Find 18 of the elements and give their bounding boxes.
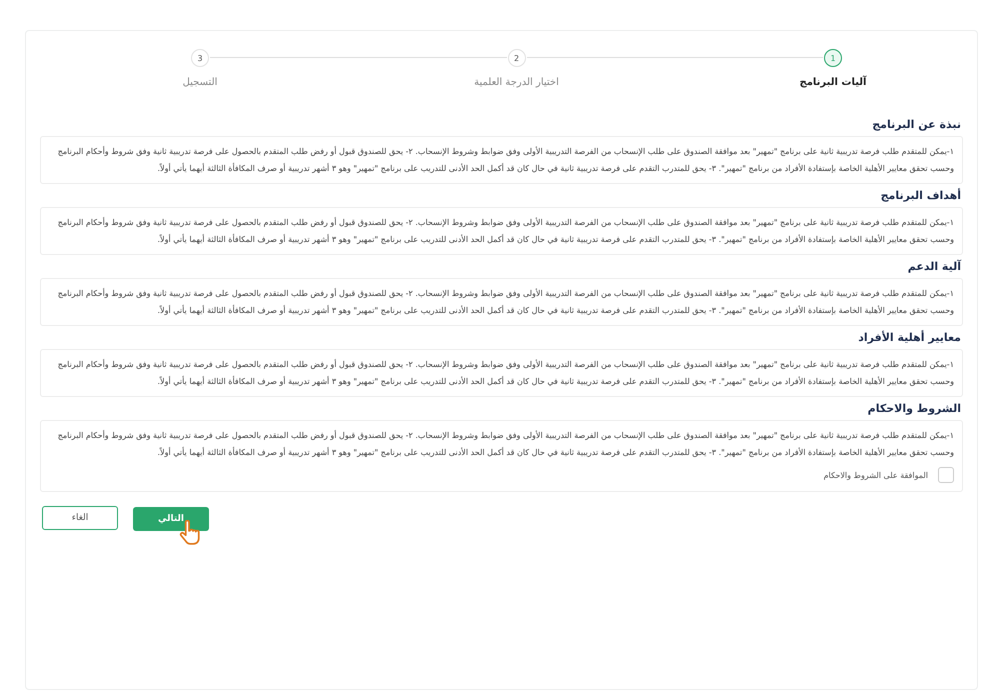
step-label[interactable]: اختيار الدرجة العلمية bbox=[474, 77, 559, 88]
step-number[interactable]: 3 bbox=[191, 49, 209, 67]
step-label[interactable]: آليات البرنامج bbox=[800, 77, 866, 88]
section-text: ١-يمكن للمتقدم طلب فرصة تدريبية ثانية على برنامج "تمهير" بعد موافقة الصندوق على طلب الإنسحاب من الفرصة التدريبية الأولى وفق ضوابط وشروط الإنسحاب. ٢- يحق للصندوق قبول أو رفض طلب المتقدم بالحصول على فرصة تدريبية ثانية وفق شروط وأحكام البرنامج وحسب تحقق معايير الأهلية الخاصة بإستفادة الأفراد من برنامج "تمهير". ٣- يحق للمتدرب التقدم على فرصة تدريبية ثانية في حال كان قد أكمل الحد الأدنى للتدريب على برنامج "تمهير" وهو ٣ أشهر تدريبية أو صرف المكافأة الثالثة أيهما يأتي أولاً. bbox=[56, 145, 954, 175]
section-text: ١-يمكن للمتقدم طلب فرصة تدريبية ثانية على برنامج "تمهير" بعد موافقة الصندوق على طلب الإنسحاب من الفرصة التدريبية الأولى وفق ضوابط وشروط الإنسحاب. ٢- يحق للصندوق قبول أو رفض طلب المتقدم بالحصول على فرصة تدريبية ثانية وفق شروط وأحكام البرنامج وحسب تحقق معايير الأهلية الخاصة بإستفادة الأفراد من برنامج "تمهير". ٣- يحق للمتدرب التقدم على فرصة تدريبية ثانية في حال كان قد أكمل الحد الأدنى للتدريب على برنامج "تمهير" وهو ٣ أشهر تدريبية أو صرف المكافأة الثالثة أيهما يأتي أولاً. bbox=[56, 287, 954, 317]
step-number[interactable]: 2 bbox=[508, 49, 526, 67]
cancel-button[interactable]: الغاء bbox=[42, 506, 118, 530]
step-label[interactable]: التسجيل bbox=[182, 77, 218, 88]
section-title: معايير أهلية الأفراد bbox=[857, 331, 961, 344]
section-text: ١-يمكن للمتقدم طلب فرصة تدريبية ثانية على برنامج "تمهير" بعد موافقة الصندوق على طلب الإنسحاب من الفرصة التدريبية الأولى وفق ضوابط وشروط الإنسحاب. ٢- يحق للصندوق قبول أو رفض طلب المتقدم بالحصول على فرصة تدريبية ثانية وفق شروط وأحكام البرنامج وحسب تحقق معايير الأهلية الخاصة بإستفادة الأفراد من برنامج "تمهير". ٣- يحق للمتدرب التقدم على فرصة تدريبية ثانية في حال كان قد أكمل الحد الأدنى للتدريب على برنامج "تمهير" وهو ٣ أشهر تدريبية أو صرف المكافأة الثالثة أيهما يأتي أولاً. bbox=[56, 429, 954, 459]
section-title: آلية الدعم bbox=[906, 260, 961, 273]
section-title: نبذة عن البرنامج bbox=[871, 118, 961, 131]
agree-checkbox[interactable] bbox=[938, 467, 954, 483]
section-text: ١-يمكن للمتقدم طلب فرصة تدريبية ثانية على برنامج "تمهير" بعد موافقة الصندوق على طلب الإنسحاب من الفرصة التدريبية الأولى وفق ضوابط وشروط الإنسحاب. ٢- يحق للصندوق قبول أو رفض طلب المتقدم بالحصول على فرصة تدريبية ثانية وفق شروط وأحكام البرنامج وحسب تحقق معايير الأهلية الخاصة بإستفادة الأفراد من برنامج "تمهير". ٣- يحق للمتدرب التقدم على فرصة تدريبية ثانية في حال كان قد أكمل الحد الأدنى للتدريب على برنامج "تمهير" وهو ٣ أشهر تدريبية أو صرف المكافأة الثالثة أيهما يأتي أولاً. bbox=[56, 358, 954, 388]
section-title: أهداف البرنامج bbox=[880, 189, 961, 202]
agree-label[interactable]: الموافقة على الشروط والاحكام bbox=[824, 470, 928, 480]
section-text: ١-يمكن للمتقدم طلب فرصة تدريبية ثانية على برنامج "تمهير" بعد موافقة الصندوق على طلب الإنسحاب من الفرصة التدريبية الأولى وفق ضوابط وشروط الإنسحاب. ٢- يحق للصندوق قبول أو رفض طلب المتقدم بالحصول على فرصة تدريبية ثانية وفق شروط وأحكام البرنامج وحسب تحقق معايير الأهلية الخاصة بإستفادة الأفراد من برنامج "تمهير". ٣- يحق للمتدرب التقدم على فرصة تدريبية ثانية في حال كان قد أكمل الحد الأدنى للتدريب على برنامج "تمهير" وهو ٣ أشهر تدريبية أو صرف المكافأة الثالثة أيهما يأتي أولاً. bbox=[56, 216, 954, 246]
section-title: الشروط والاحكام bbox=[866, 402, 961, 415]
